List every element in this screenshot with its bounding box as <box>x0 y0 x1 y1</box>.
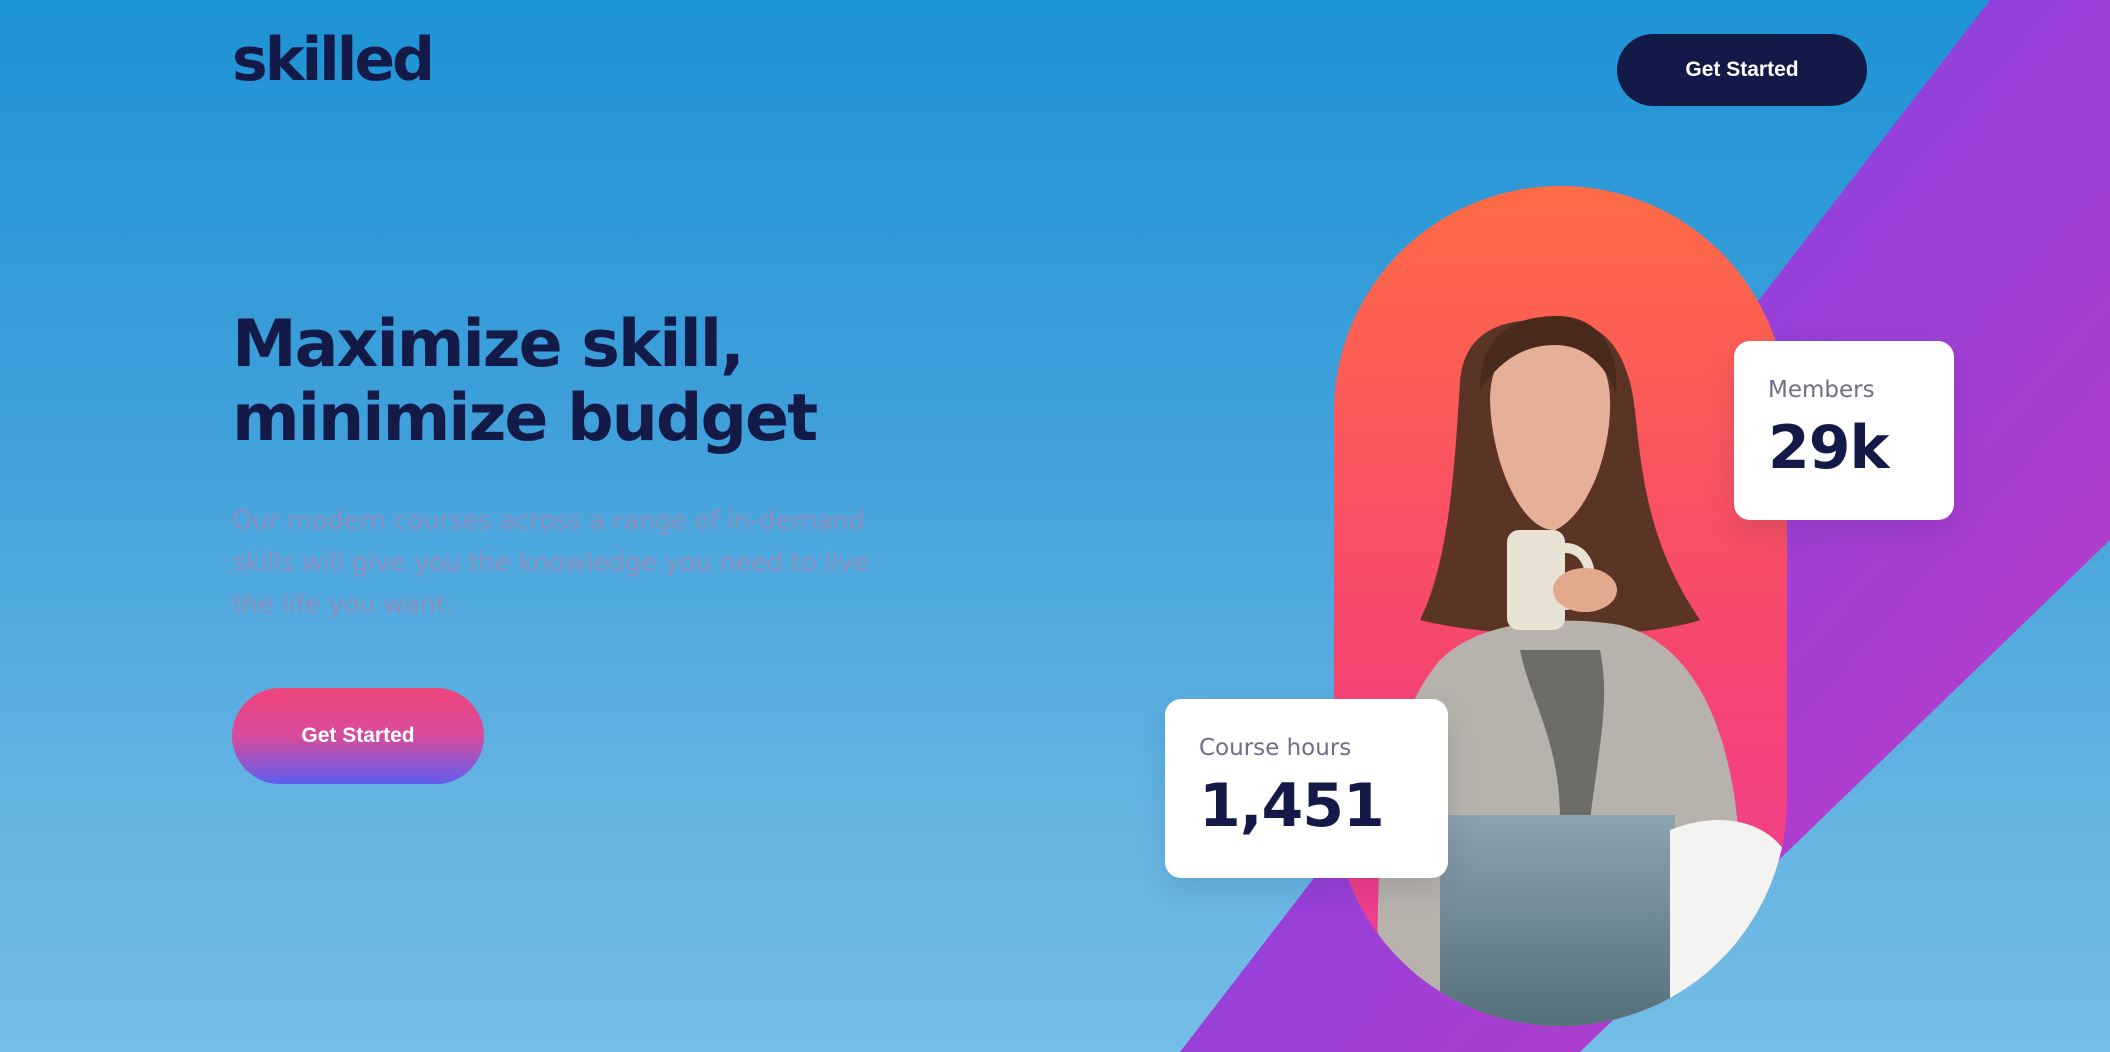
course-hours-label: Course hours <box>1199 735 1352 761</box>
header-get-started-button[interactable]: Get Started <box>1617 34 1867 106</box>
course-hours-value: 1,451 <box>1199 771 1385 841</box>
headline-line-1: Maximize skill, <box>232 307 745 382</box>
photo-pill <box>1334 186 1787 1026</box>
hero-description: Our modern courses across a range of in-… <box>232 506 869 620</box>
hero-get-started-button[interactable]: Get Started <box>232 688 484 784</box>
members-label: Members <box>1768 377 1875 403</box>
diagonal-stripe <box>1180 0 2110 1052</box>
hero-headline: Maximize skill, minimize budget <box>232 308 932 456</box>
headline-line-2: minimize budget <box>232 381 818 456</box>
logo[interactable]: skilled <box>232 30 435 90</box>
woman-photo <box>1377 315 1787 1026</box>
members-stat-card: Members 29k <box>1734 341 1954 520</box>
course-hours-stat-card: Course hours 1,451 <box>1165 699 1448 878</box>
members-value: 29k <box>1768 413 1889 483</box>
